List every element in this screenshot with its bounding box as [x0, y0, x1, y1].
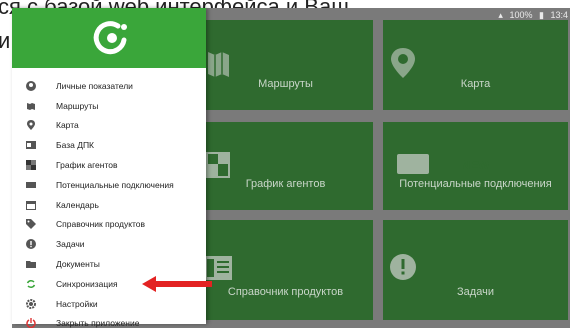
tile-routes[interactable]: Маршруты — [198, 20, 373, 110]
highlight-arrow — [142, 276, 212, 292]
menu-item-routes[interactable]: Маршруты — [12, 96, 206, 116]
tile-tasks[interactable]: Задачи — [383, 220, 568, 320]
menu-item-label: Карта — [56, 120, 79, 131]
menu-item-settings[interactable]: Настройки — [12, 294, 206, 314]
tile-label: График агентов — [245, 178, 326, 190]
tile-agent-schedule[interactable]: График агентов — [198, 122, 373, 210]
signal-icon: ▴ — [498, 10, 503, 20]
battery-level: 100% — [509, 10, 533, 20]
menu-item-label: Календарь — [56, 199, 99, 210]
app-logo-icon — [93, 21, 127, 55]
database-card-icon — [26, 140, 36, 150]
tile-label: Задачи — [457, 286, 494, 298]
sync-icon — [26, 279, 36, 289]
menu-item-label: Синхронизация — [56, 278, 118, 289]
menu-item-label: Маршруты — [56, 100, 99, 111]
menu-item-label: Настройки — [56, 298, 98, 309]
menu-item-label: База ДПК — [56, 140, 95, 151]
calendar-icon — [26, 200, 36, 210]
tile-label: Карта — [460, 78, 491, 90]
tile-potential-connections[interactable]: NEW Потенциальные подключения — [383, 122, 568, 210]
map-pin-icon — [26, 120, 36, 131]
menu-item-label: График агентов — [56, 160, 118, 171]
menu-item-label: Справочник продуктов — [56, 219, 146, 230]
menu-item-label: Закрыть приложение — [56, 318, 140, 329]
tile-map[interactable]: Карта — [383, 20, 568, 110]
gear-icon — [26, 298, 36, 309]
menu-item-personal-stats[interactable]: Личные показатели — [12, 76, 206, 96]
tile-label: Маршруты — [258, 78, 313, 90]
menu-item-tasks[interactable]: Задачи — [12, 234, 206, 254]
caption-line-2: и — [0, 28, 11, 53]
map-book-icon — [26, 101, 36, 111]
alert-circle-icon — [390, 254, 416, 280]
menu-item-product-catalog[interactable]: Справочник продуктов — [12, 215, 206, 235]
menu-item-label: Потенциальные подключения — [56, 179, 174, 190]
battery-icon: ▮ — [539, 10, 544, 20]
menu-item-map[interactable]: Карта — [12, 116, 206, 136]
tile-label: Потенциальные подключения — [399, 178, 552, 190]
alert-circle-icon — [26, 239, 36, 250]
clock: 13:4 — [550, 10, 568, 20]
tile-label: Справочник продуктов — [227, 286, 344, 298]
menu-item-potential-connections[interactable]: Потенциальные подключения — [12, 175, 206, 195]
tile-product-catalog[interactable]: Справочник продуктов — [198, 220, 373, 320]
folder-icon — [26, 259, 36, 269]
tag-icon — [26, 219, 36, 230]
menu-item-label: Задачи — [56, 239, 85, 250]
menu-item-calendar[interactable]: Календарь — [12, 195, 206, 215]
menu-item-label: Личные показатели — [56, 80, 133, 91]
drawer-menu: Личные показатели Маршруты Карта База ДП… — [12, 76, 206, 333]
menu-item-close-app[interactable]: Закрыть приложение — [12, 314, 206, 333]
drawer-header — [12, 8, 206, 68]
menu-item-label: Документы — [56, 259, 100, 270]
power-icon — [26, 318, 36, 329]
schedule-grid-icon — [26, 160, 36, 171]
menu-item-documents[interactable]: Документы — [12, 254, 206, 274]
new-badge-icon — [26, 180, 36, 190]
person-icon — [26, 80, 36, 91]
menu-item-agent-schedule[interactable]: График агентов — [12, 155, 206, 175]
menu-item-dpk-base[interactable]: База ДПК — [12, 135, 206, 155]
new-badge-text: NEW — [461, 158, 490, 172]
